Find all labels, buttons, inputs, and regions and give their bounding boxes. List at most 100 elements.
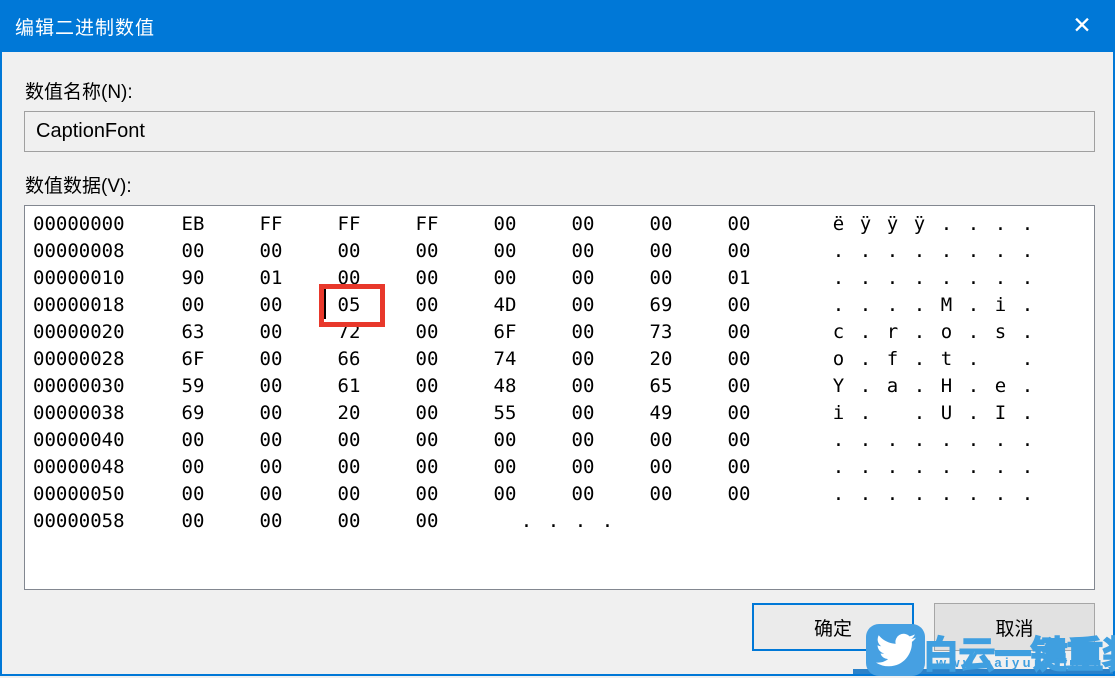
hex-byte-cell: 00 <box>700 483 778 505</box>
value-name-label: 数值名称(N): <box>25 77 133 104</box>
hex-byte-cell: 00 <box>232 240 310 262</box>
ascii-cell: . <box>879 456 906 478</box>
ascii-cell: . <box>567 510 594 532</box>
twitter-bird-icon <box>866 624 925 676</box>
ascii-cell: . <box>1014 348 1041 370</box>
hex-byte-cell: 00 <box>232 294 310 316</box>
value-name-field[interactable]: CaptionFont <box>24 111 1095 152</box>
ascii-cell: . <box>933 429 960 451</box>
ascii-cell: . <box>987 213 1014 235</box>
ascii-cell: c <box>825 321 852 343</box>
titlebar[interactable]: 编辑二进制数值 ✕ <box>2 0 1113 52</box>
hex-byte-cell: 00 <box>622 483 700 505</box>
hex-byte-cell: 00 <box>700 402 778 424</box>
hex-byte-cell: 00 <box>544 348 622 370</box>
hex-byte-cell: 00 <box>544 213 622 235</box>
hex-byte-cell: 00 <box>388 510 466 532</box>
hex-row: 000000400000000000000000........ <box>25 426 1094 453</box>
ascii-cell: o <box>825 348 852 370</box>
hex-byte-cell: 00 <box>466 456 544 478</box>
ascii-cell: . <box>987 483 1014 505</box>
hex-byte-cell: 00 <box>388 375 466 397</box>
hex-byte-cell: 63 <box>154 321 232 343</box>
ascii-cell: I <box>987 402 1014 424</box>
hex-byte-cell: 00 <box>154 510 232 532</box>
hex-byte-cell: 01 <box>232 267 310 289</box>
offset-cell: 00000018 <box>25 294 154 316</box>
hex-editor[interactable]: 00000000EBFFFFFF00000000ëÿÿÿ....00000008… <box>24 205 1095 590</box>
ascii-cell: . <box>960 294 987 316</box>
ascii-cell: . <box>960 213 987 235</box>
hex-byte-cell: 00 <box>232 375 310 397</box>
hex-byte-cell: 01 <box>700 267 778 289</box>
hex-byte-cell: 00 <box>154 429 232 451</box>
hex-byte-cell: 00 <box>232 348 310 370</box>
ascii-cell: ÿ <box>879 213 906 235</box>
ascii-cell: . <box>960 375 987 397</box>
hex-byte-cell: 00 <box>310 456 388 478</box>
hex-byte-cell: EB <box>154 213 232 235</box>
offset-cell: 00000028 <box>25 348 154 370</box>
hex-byte-cell: 00 <box>466 429 544 451</box>
ascii-cell: . <box>1014 402 1041 424</box>
hex-grid: 00000000EBFFFFFF00000000ëÿÿÿ....00000008… <box>25 210 1094 534</box>
ascii-cell: ë <box>825 213 852 235</box>
watermark-url-text: www.baiyunxitong.com <box>936 655 1115 670</box>
cancel-button[interactable]: 取消 <box>934 603 1095 651</box>
twitter-bird-glyph <box>876 630 916 670</box>
offset-cell: 00000020 <box>25 321 154 343</box>
hex-byte-cell: FF <box>388 213 466 235</box>
hex-byte-cell: 00 <box>700 348 778 370</box>
hex-byte-cell: 00 <box>544 375 622 397</box>
hex-byte-cell: 00 <box>154 456 232 478</box>
ascii-cell: . <box>540 510 567 532</box>
ascii-cell: . <box>1014 483 1041 505</box>
hex-byte-cell: 49 <box>622 402 700 424</box>
hex-byte-cell: 00 <box>622 267 700 289</box>
hex-byte-cell: 00 <box>388 456 466 478</box>
ascii-cell: . <box>1014 294 1041 316</box>
ascii-cell: H <box>933 375 960 397</box>
hex-byte-cell: 00 <box>700 375 778 397</box>
ascii-cell: . <box>1014 213 1041 235</box>
hex-byte-cell: 4D <box>466 294 544 316</box>
ascii-cell: . <box>906 402 933 424</box>
ascii-cell: . <box>852 321 879 343</box>
ascii-cell: . <box>960 429 987 451</box>
hex-byte-cell: 69 <box>622 294 700 316</box>
ascii-cell: . <box>852 429 879 451</box>
hex-byte-cell: 00 <box>544 402 622 424</box>
ascii-cell: . <box>852 456 879 478</box>
hex-byte-cell: 61 <box>310 375 388 397</box>
hex-byte-cell: 00 <box>388 267 466 289</box>
ascii-cell: . <box>906 456 933 478</box>
hex-byte-cell: 72 <box>310 321 388 343</box>
hex-byte-cell: 00 <box>700 456 778 478</box>
hex-row: 000000286F00660074002000o.f.t. . <box>25 345 1094 372</box>
ascii-cell: . <box>825 429 852 451</box>
ascii-cell: . <box>1014 240 1041 262</box>
ascii-cell: . <box>906 375 933 397</box>
hex-row: 000000500000000000000000........ <box>25 480 1094 507</box>
ascii-cell: . <box>906 483 933 505</box>
hex-byte-cell: 00 <box>466 267 544 289</box>
ascii-cell: . <box>906 429 933 451</box>
hex-byte-cell: 00 <box>310 510 388 532</box>
hex-byte-cell: 00 <box>622 456 700 478</box>
ascii-cell: . <box>906 267 933 289</box>
ascii-cell: . <box>825 267 852 289</box>
ascii-cell: . <box>825 456 852 478</box>
hex-byte-cell: 00 <box>388 402 466 424</box>
hex-byte-cell: 65 <box>622 375 700 397</box>
ascii-cell: . <box>852 240 879 262</box>
hex-byte-cell: 00 <box>466 240 544 262</box>
ascii-cell: . <box>906 321 933 343</box>
ascii-cell: . <box>960 456 987 478</box>
hex-byte-cell: 00 <box>622 240 700 262</box>
close-icon[interactable]: ✕ <box>1051 0 1113 52</box>
hex-byte-cell: 48 <box>466 375 544 397</box>
hex-row: 000000305900610048006500Y.a.H.e. <box>25 372 1094 399</box>
offset-cell: 00000040 <box>25 429 154 451</box>
hex-byte-cell: 69 <box>154 402 232 424</box>
hex-byte-cell: 00 <box>154 240 232 262</box>
